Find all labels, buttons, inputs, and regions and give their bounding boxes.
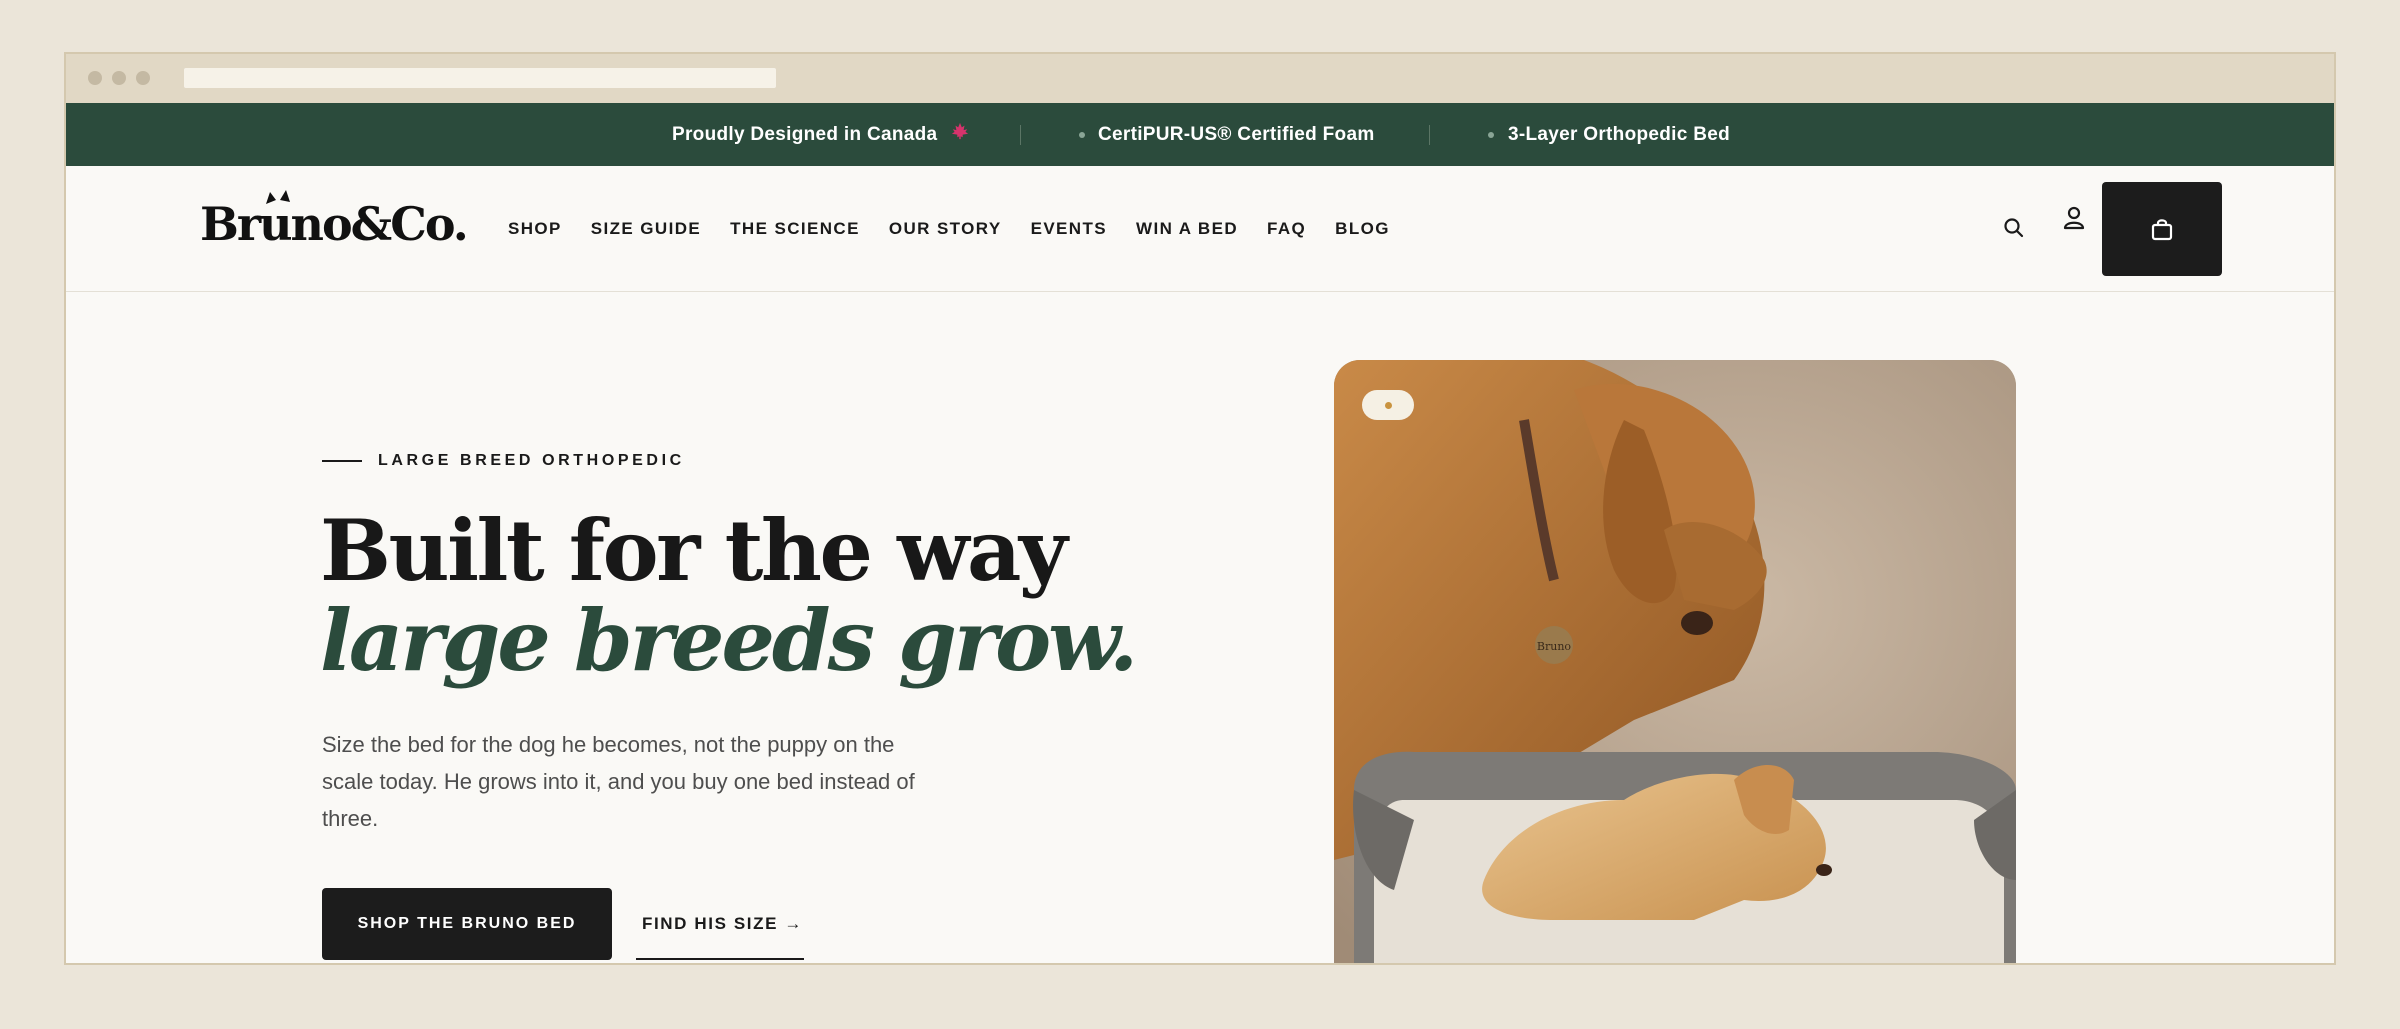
address-bar[interactable] [184, 68, 776, 88]
announcement-bar: Proudly Designed in Canada CertiPUR-US® … [66, 103, 2334, 166]
announcement-divider [1020, 125, 1021, 145]
nav-item-events[interactable]: EVENTS [1031, 219, 1107, 239]
nav-item-the-science[interactable]: THE SCIENCE [730, 219, 860, 239]
eyebrow-text: LARGE BREED ORTHOPEDIC [378, 452, 685, 469]
nav-item-our-story[interactable]: OUR STORY [889, 219, 1002, 239]
search-button[interactable] [1996, 210, 2032, 246]
account-button[interactable] [2056, 200, 2092, 236]
site-header: Bruno&Co. SHOP SIZE GUIDE THE SCIENCE OU… [66, 166, 2334, 292]
browser-chrome [66, 54, 2334, 103]
link-underline [636, 958, 804, 960]
nav-item-size-guide[interactable]: SIZE GUIDE [591, 219, 701, 239]
main-nav: SHOP SIZE GUIDE THE SCIENCE OUR STORY EV… [508, 166, 1419, 292]
announcement-item-canada: Proudly Designed in Canada [672, 103, 969, 166]
hero-image-dog-and-puppy: Bruno [1334, 360, 2016, 963]
search-icon [2004, 218, 2024, 238]
announcement-divider [1429, 125, 1430, 145]
dog-tag-text: Bruno [1537, 640, 1572, 653]
bullet-dot [1488, 132, 1494, 138]
window-control-dot[interactable] [88, 71, 102, 85]
announcement-text: Proudly Designed in Canada [672, 124, 938, 145]
nav-item-blog[interactable]: BLOG [1335, 219, 1390, 239]
browser-window: Proudly Designed in Canada CertiPUR-US® … [64, 52, 2336, 965]
hero-headline-italic: large breeds grow. [320, 591, 1138, 690]
cat-ears-icon [266, 190, 290, 204]
bullet-dot [1079, 132, 1085, 138]
announcement-item-orthopedic: 3-Layer Orthopedic Bed [1508, 124, 1730, 145]
hero-headline: Built for the way [320, 501, 1068, 600]
hero-lead-text: Size the bed for the dog he becomes, not… [322, 732, 915, 831]
nav-item-shop[interactable]: SHOP [508, 219, 562, 239]
badge-dot [1385, 402, 1392, 409]
nav-item-win-a-bed[interactable]: WIN A BED [1136, 219, 1238, 239]
announcement-item-certipur: CertiPUR-US® Certified Foam [1098, 124, 1375, 145]
find-his-size-link[interactable]: FIND HIS SIZE → [636, 888, 809, 960]
cart-button[interactable] [2102, 182, 2222, 276]
account-icon [2063, 206, 2085, 230]
window-control-dot[interactable] [136, 71, 150, 85]
brand-logo[interactable]: Bruno&Co. [200, 194, 469, 254]
shopping-bag-icon [2151, 219, 2173, 241]
window-control-dot[interactable] [112, 71, 126, 85]
eyebrow-rule [322, 460, 362, 462]
logo-text: Bruno&Co. [200, 197, 469, 251]
maple-leaf-icon [951, 103, 969, 166]
golden-retriever-and-puppy-illustration: Bruno [1334, 360, 2016, 963]
hero-eyebrow: LARGE BREED ORTHOPEDIC [322, 452, 685, 470]
nav-item-faq[interactable]: FAQ [1267, 219, 1306, 239]
shop-bruno-bed-button[interactable]: SHOP THE BRUNO BED [322, 888, 612, 960]
